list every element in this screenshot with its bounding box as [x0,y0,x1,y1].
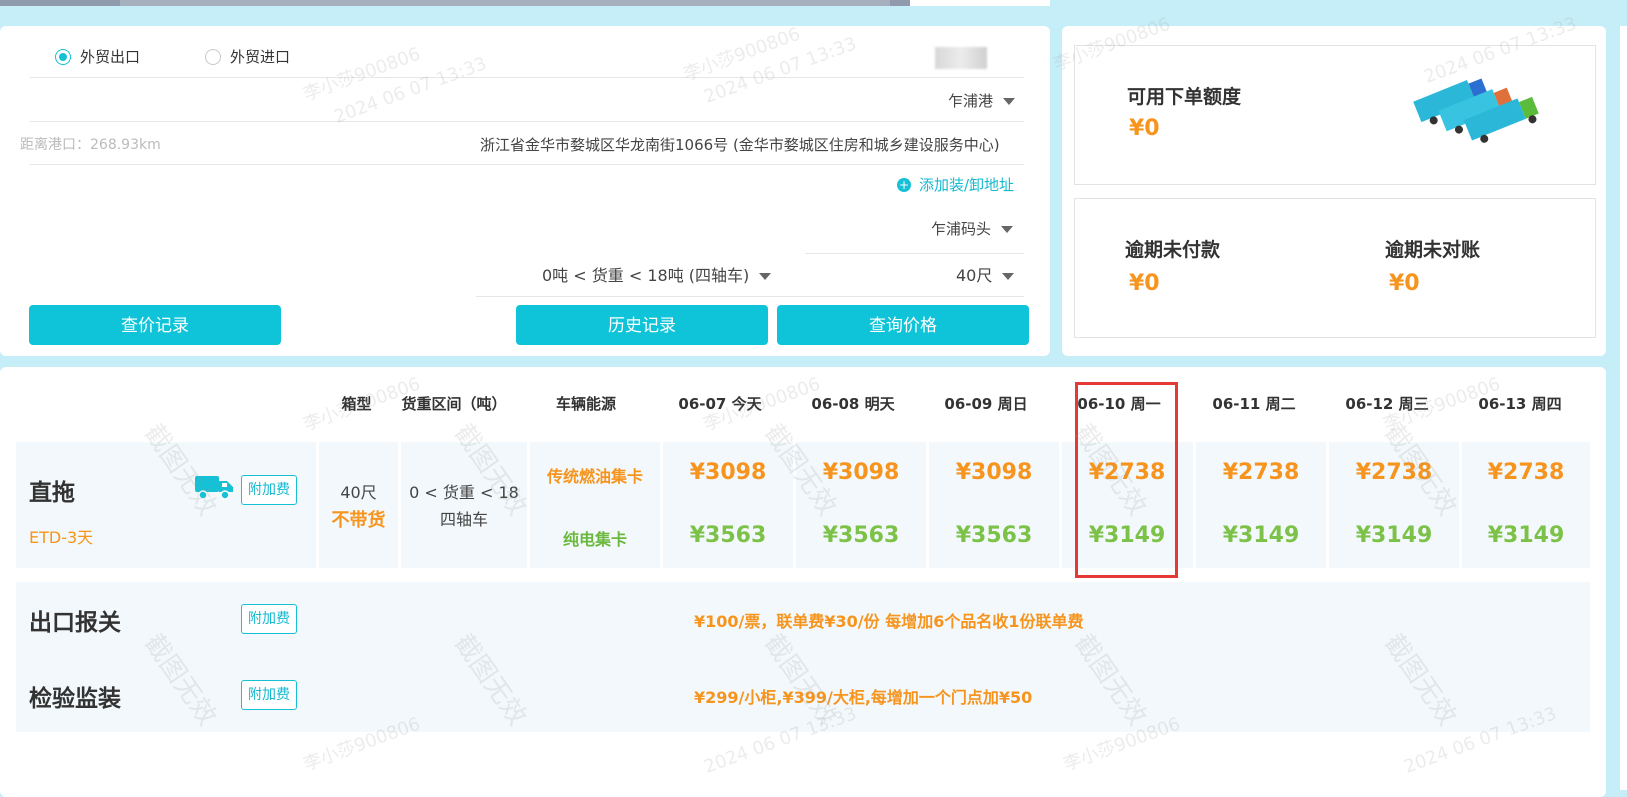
truck-icon [195,476,233,500]
top-tab-strip [0,0,1627,6]
pickup-address-field[interactable]: 浙江省金华市婺城区华龙南街1066号 (金华市婺城区住房和城乡建设服务中心) [480,134,1000,155]
port-select[interactable]: 乍浦港 [948,90,1016,111]
inspection-surcharge-button[interactable]: 附加费 [241,680,297,710]
electric-price[interactable]: ¥3149 [1329,523,1459,548]
electric-price[interactable]: ¥3563 [796,523,926,548]
etd-label: ETD-3天 [29,528,94,547]
electric-price[interactable]: ¥3563 [929,523,1059,548]
header-day: 06-07 今天 [678,395,762,413]
overdue-unpaid-value: ¥0 [1129,271,1160,296]
chevron-down-icon [1003,98,1016,105]
port-value: 乍浦港 [948,92,994,110]
electric-price[interactable]: ¥3563 [663,523,793,548]
terminal-select[interactable]: 乍浦码头 [931,218,1014,239]
header-day: 06-09 周日 [944,395,1028,413]
chevron-down-icon [1002,273,1015,280]
direct-surcharge-button[interactable]: 附加费 [241,475,297,505]
header-day: 06-13 周四 [1478,395,1562,413]
active-tab[interactable] [120,0,890,6]
query-price-button[interactable]: 查询价格 [777,305,1029,345]
divider [805,253,1024,254]
add-address-label: 添加装/卸地址 [919,176,1015,194]
overdue-unpaid-label: 逾期未付款 [1125,239,1221,261]
container-trucks-icon [1413,78,1539,143]
chevron-down-icon [759,273,772,280]
weight-line-1: 0 < 货重 < 18 [409,483,519,502]
header-day: 06-12 周三 [1345,395,1429,413]
fuel-price[interactable]: ¥2738 [1196,460,1326,485]
inspection-title: 检验监装 [29,686,121,712]
box-type-value: 40尺 [340,483,377,502]
overdue-box [1074,198,1596,338]
container-size-select[interactable]: 40尺 [956,262,1015,286]
customs-surcharge-button[interactable]: 附加费 [241,604,297,634]
header-weight-range: 货重区间（吨） [401,395,507,413]
divider [30,121,1024,122]
fuel-price[interactable]: ¥3098 [663,460,793,485]
query-records-button[interactable]: 查价记录 [29,305,281,345]
port-distance: 距离港口：268.93km [20,137,161,153]
header-box-type: 箱型 [341,395,372,413]
tab-bar-gap [910,0,1050,6]
chevron-down-icon [1001,226,1014,233]
customs-pricing-text: ¥100/票，联单费¥30/份 每增加6个品名收1份联单费 [694,612,1084,631]
electric-truck-label: 纯电集卡 [562,530,627,549]
selected-day-highlight [1075,382,1178,578]
electric-price[interactable]: ¥3149 [1196,523,1326,548]
available-credit-label: 可用下单额度 [1127,86,1242,108]
radio-trade-import[interactable]: 外贸进口 [205,46,290,67]
fuel-truck-label: 传统燃油集卡 [546,467,643,486]
no-cargo-label: 不带货 [331,510,386,531]
fuel-price[interactable]: ¥3098 [929,460,1059,485]
inspection-pricing-text: ¥299/小柜,¥399/大柜,每增加一个门点加¥50 [694,688,1033,707]
terminal-value: 乍浦码头 [931,220,992,238]
container-size-value: 40尺 [956,266,993,285]
right-edge [1620,26,1627,790]
weight-range-select[interactable]: 0吨 < 货重 < 18吨 (四轴车) [542,262,772,286]
divider [476,296,1024,297]
overdue-unreconciled-value: ¥0 [1389,271,1420,296]
blurred-field-value [935,47,987,69]
fuel-price[interactable]: ¥2738 [1329,460,1459,485]
electric-price[interactable]: ¥3149 [1462,523,1590,548]
radio-label: 外贸进口 [230,48,291,66]
plus-circle-icon: + [897,177,911,192]
radio-label: 外贸出口 [80,48,141,66]
radio-unchecked-icon [205,48,221,65]
available-credit-value: ¥0 [1129,116,1160,141]
header-energy: 车辆能源 [555,395,616,413]
add-address-link[interactable]: + 添加装/卸地址 [897,174,1014,195]
divider [30,164,1024,165]
fuel-price[interactable]: ¥3098 [796,460,926,485]
direct-title: 直拖 [29,480,75,506]
weight-range-value: 0吨 < 货重 < 18吨 (四轴车) [542,266,750,285]
history-button[interactable]: 历史记录 [516,305,768,345]
header-day: 06-08 明天 [811,395,895,413]
weight-line-2: 四轴车 [439,510,488,529]
fuel-price[interactable]: ¥2738 [1462,460,1590,485]
radio-trade-export[interactable]: 外贸出口 [55,46,140,67]
overdue-unreconciled-label: 逾期未对账 [1385,239,1481,261]
divider [30,77,1024,78]
radio-checked-icon [55,48,71,65]
header-day: 06-11 周二 [1212,395,1296,413]
customs-title: 出口报关 [29,610,121,636]
